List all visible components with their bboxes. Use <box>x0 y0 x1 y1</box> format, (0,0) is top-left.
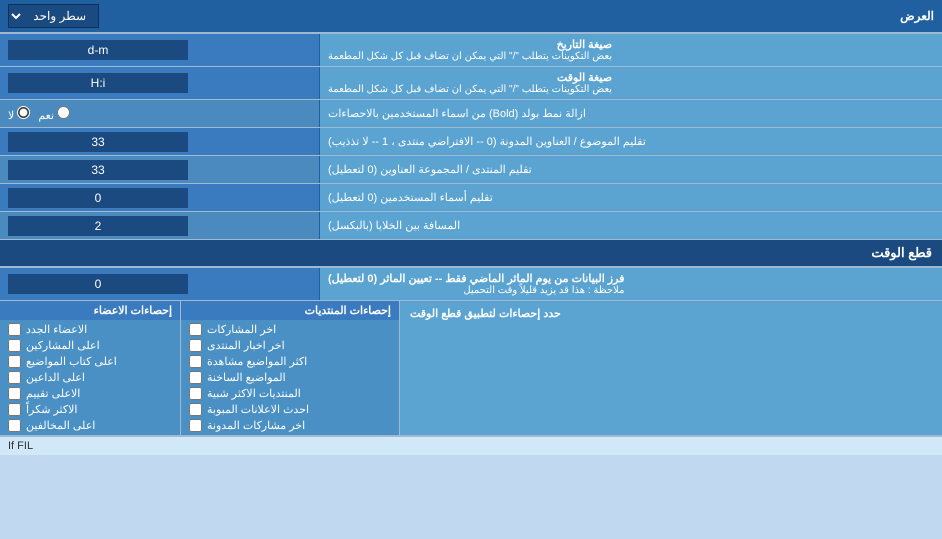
member-cb-6: الاكثر شكراً <box>8 403 172 416</box>
bold-remove-row: ازالة نمط بولد (Bold) من اسماء المستخدمي… <box>0 100 942 128</box>
usernames-trim-input[interactable] <box>8 188 188 208</box>
member-cb-3: اعلى كتاب المواضيع <box>8 355 172 368</box>
forum-cb-2: اخر اخبار المنتدى <box>189 339 391 352</box>
member-checkbox-4[interactable] <box>8 371 21 384</box>
member-stats-col: إحصاءات الاعضاء الاعضاء الجدد اعلى المشا… <box>0 301 180 435</box>
time-format-label: صيغة الوقت بعض التكوينات يتطلب "/" التي … <box>320 67 942 99</box>
member-cb-5: الاعلى تقييم <box>8 387 172 400</box>
bottom-status-bar: If FIL <box>0 436 942 455</box>
usernames-trim-label: تقليم أسماء المستخدمين (0 لتعطيل) <box>320 184 942 211</box>
display-dropdown[interactable]: سطر واحد <box>8 4 99 28</box>
cutoff-input-cell <box>0 268 320 300</box>
forum-checkbox-4[interactable] <box>189 371 202 384</box>
time-format-row: صيغة الوقت بعض التكوينات يتطلب "/" التي … <box>0 67 942 100</box>
forum-checkbox-5[interactable] <box>189 387 202 400</box>
topics-titles-label: تقليم الموضوع / العناوين المدونة (0 -- ا… <box>320 128 942 155</box>
header-title: العرض <box>900 9 934 23</box>
forum-checkbox-6[interactable] <box>189 403 202 416</box>
forum-groups-input-cell <box>0 156 320 183</box>
date-format-sub-label: بعض التكوينات يتطلب "/" التي يمكن ان تضا… <box>328 51 612 62</box>
bold-remove-radio-cell: نعم لا <box>0 100 320 127</box>
forum-checkbox-1[interactable] <box>189 323 202 336</box>
member-cb-7: اعلى المخالفين <box>8 419 172 432</box>
cutoff-section-header: قطع الوقت <box>0 240 942 268</box>
member-checkbox-2[interactable] <box>8 339 21 352</box>
cutoff-input[interactable] <box>8 274 188 294</box>
member-stats-list: الاعضاء الجدد اعلى المشاركين اعلى كتاب ا… <box>0 320 180 435</box>
forum-stats-list: اخر المشاركات اخر اخبار المنتدى اكثر الم… <box>181 320 399 435</box>
forum-cb-4: المواضيع الساخنة <box>189 371 391 384</box>
member-cb-4: اعلى الداعين <box>8 371 172 384</box>
radio-no-label: لا <box>8 106 30 122</box>
radio-no[interactable] <box>17 106 30 119</box>
time-format-input-cell <box>0 67 320 99</box>
forum-stats-header: إحصاءات المنتديات <box>181 301 399 320</box>
member-checkbox-5[interactable] <box>8 387 21 400</box>
forum-cb-5: المنتديات الاكثر شبية <box>189 387 391 400</box>
member-checkbox-6[interactable] <box>8 403 21 416</box>
forum-groups-input[interactable] <box>8 160 188 180</box>
header-row: العرض سطر واحد <box>0 0 942 34</box>
member-cb-2: اعلى المشاركين <box>8 339 172 352</box>
topics-titles-input[interactable] <box>8 132 188 152</box>
topics-titles-input-cell <box>0 128 320 155</box>
radio-yes[interactable] <box>57 106 70 119</box>
topics-titles-row: تقليم الموضوع / العناوين المدونة (0 -- ا… <box>0 128 942 156</box>
cutoff-main-label: فرز البيانات من يوم الماثر الماضي فقط --… <box>328 272 624 285</box>
cutoff-row: فرز البيانات من يوم الماثر الماضي فقط --… <box>0 268 942 301</box>
forum-cb-6: احدث الاعلانات المبوبة <box>189 403 391 416</box>
time-format-sub-label: بعض التكوينات يتطلب "/" التي يمكن ان تضا… <box>328 84 612 95</box>
forum-cb-1: اخر المشاركات <box>189 323 391 336</box>
time-format-main-label: صيغة الوقت <box>328 71 612 84</box>
forum-stats-col: إحصاءات المنتديات اخر المشاركات اخر اخبا… <box>180 301 400 435</box>
forum-cb-3: اكثر المواضيع مشاهدة <box>189 355 391 368</box>
apply-label-cell: حدد إحصاءات لتطبيق قطع الوقت <box>400 301 942 435</box>
forum-groups-row: تقليم المنتدى / المجموعة العناوين (0 لتع… <box>0 156 942 184</box>
cutoff-label: فرز البيانات من يوم الماثر الماضي فقط --… <box>320 268 942 300</box>
cell-spacing-input[interactable] <box>8 216 188 236</box>
usernames-trim-input-cell <box>0 184 320 211</box>
cell-spacing-row: المسافة بين الخلايا (بالبكسل) <box>0 212 942 240</box>
cell-spacing-label: المسافة بين الخلايا (بالبكسل) <box>320 212 942 239</box>
apply-label: حدد إحصاءات لتطبيق قطع الوقت <box>410 307 561 320</box>
radio-yes-label: نعم <box>38 106 70 122</box>
time-format-input[interactable] <box>8 73 188 93</box>
forum-checkbox-3[interactable] <box>189 355 202 368</box>
forum-checkbox-7[interactable] <box>189 419 202 432</box>
forum-checkbox-2[interactable] <box>189 339 202 352</box>
forum-groups-label: تقليم المنتدى / المجموعة العناوين (0 لتع… <box>320 156 942 183</box>
checkboxes-section: حدد إحصاءات لتطبيق قطع الوقت إحصاءات الم… <box>0 301 942 436</box>
cutoff-note-label: ملاحظة : هذا قد يزيد قليلاً وقت التحميل <box>328 285 624 296</box>
forum-cb-7: اخر مشاركات المدونة <box>189 419 391 432</box>
member-checkbox-7[interactable] <box>8 419 21 432</box>
main-container: العرض سطر واحد صيغة التاريخ بعض التكوينا… <box>0 0 942 455</box>
cell-spacing-input-cell <box>0 212 320 239</box>
member-checkbox-1[interactable] <box>8 323 21 336</box>
date-format-input[interactable] <box>8 40 188 60</box>
member-checkbox-3[interactable] <box>8 355 21 368</box>
member-stats-header: إحصاءات الاعضاء <box>0 301 180 320</box>
date-format-row: صيغة التاريخ بعض التكوينات يتطلب "/" الت… <box>0 34 942 67</box>
member-cb-1: الاعضاء الجدد <box>8 323 172 336</box>
bottom-text: If FIL <box>8 440 33 452</box>
usernames-trim-row: تقليم أسماء المستخدمين (0 لتعطيل) <box>0 184 942 212</box>
bold-radio-group: نعم لا <box>8 106 70 122</box>
date-format-label: صيغة التاريخ بعض التكوينات يتطلب "/" الت… <box>320 34 942 66</box>
date-format-input-cell <box>0 34 320 66</box>
bold-remove-label: ازالة نمط بولد (Bold) من اسماء المستخدمي… <box>320 100 942 127</box>
date-format-main-label: صيغة التاريخ <box>328 38 612 51</box>
